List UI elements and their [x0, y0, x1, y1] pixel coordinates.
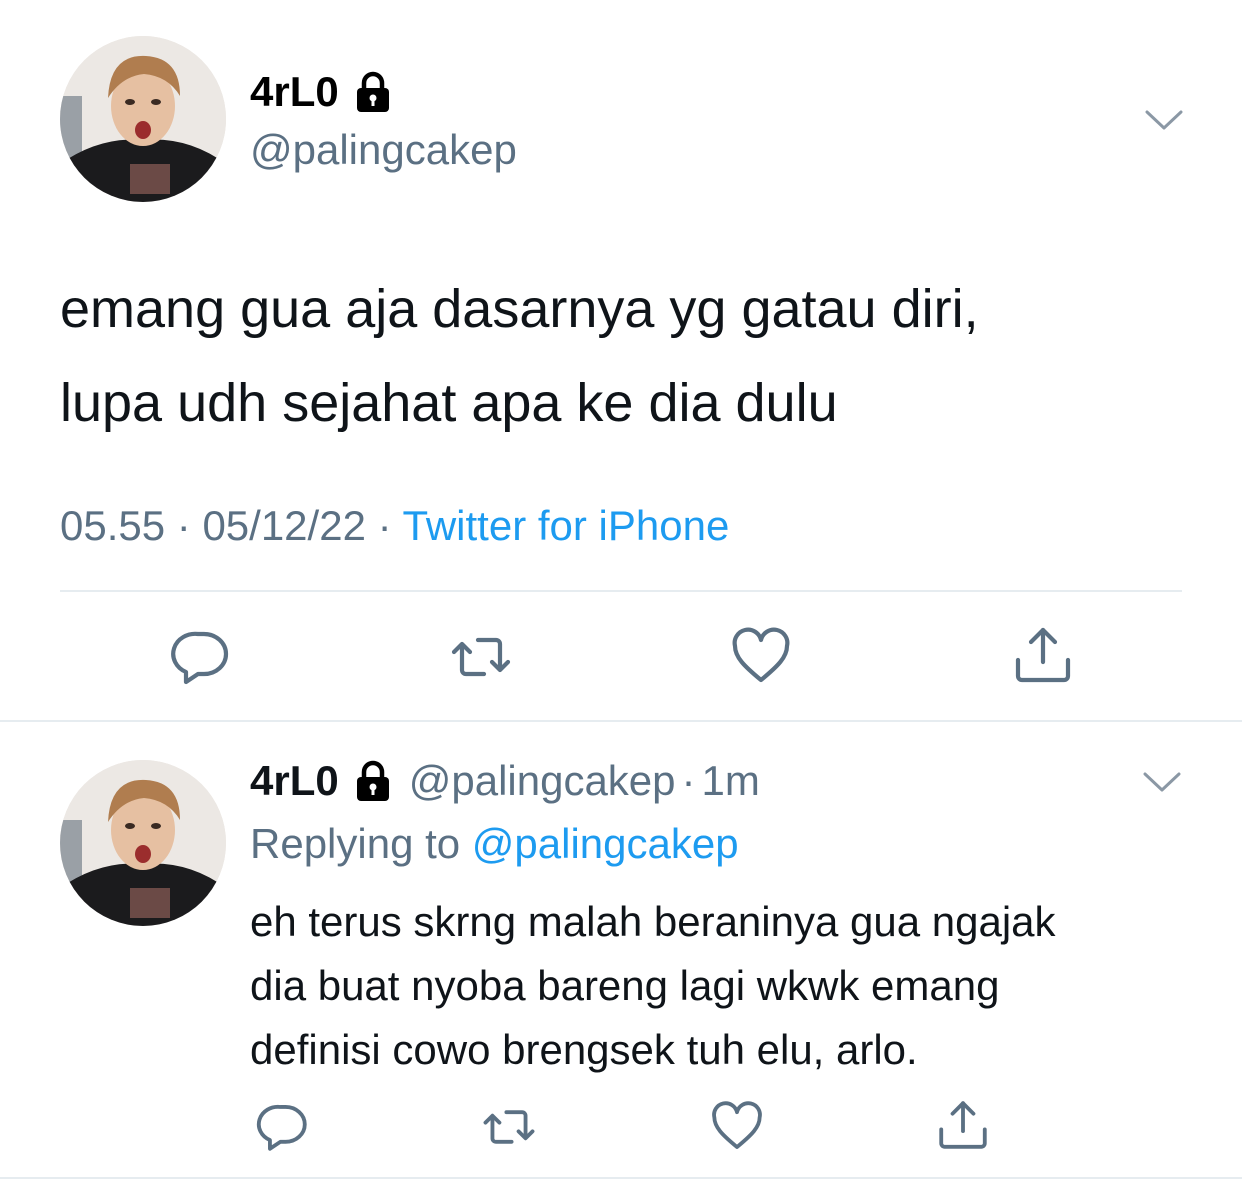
meta-separator: ·: [377, 502, 403, 549]
heart-icon[interactable]: [730, 626, 792, 688]
tweet-time[interactable]: 1m: [702, 755, 760, 807]
divider: [60, 590, 1182, 592]
divider: [0, 1177, 1242, 1179]
tweet-actions: [0, 622, 1242, 692]
display-name-text[interactable]: 4rL0: [250, 66, 339, 118]
replying-to-mention[interactable]: @palingcakep: [472, 820, 739, 867]
tweet-actions: [0, 1096, 1242, 1156]
lock-icon: [351, 759, 395, 803]
tweet-thread: 4rL0 @palingcakep emang gua aja dasarnya…: [0, 0, 1242, 1181]
meta-separator: ·: [681, 757, 696, 804]
main-tweet[interactable]: 4rL0 @palingcakep emang gua aja dasarnya…: [0, 0, 1242, 722]
share-icon[interactable]: [1012, 624, 1074, 686]
tweet-text: eh terus skrng malah beraninya gua ngaja…: [250, 890, 1210, 1082]
tweet-text-line: eh terus skrng malah beraninya gua ngaja…: [250, 898, 1056, 945]
replying-to: Replying to @palingcakep: [250, 818, 739, 870]
user-handle[interactable]: @palingcakep: [250, 124, 517, 176]
meta-separator: ·: [176, 502, 203, 549]
tweet-time: 05.55: [60, 502, 166, 549]
heart-icon[interactable]: [710, 1100, 764, 1154]
display-name-text[interactable]: 4rL0: [250, 755, 339, 807]
reply-header: 4rL0 @palingcakep · 1m: [250, 755, 760, 807]
user-handle[interactable]: @palingcakep: [409, 755, 676, 807]
reply-icon[interactable]: [256, 1100, 310, 1154]
display-name[interactable]: 4rL0: [250, 66, 395, 118]
chevron-down-icon[interactable]: [1142, 770, 1182, 794]
reply-icon[interactable]: [170, 626, 232, 688]
tweet-text-line: definisi cowo brengsek tuh elu, arlo.: [250, 1026, 918, 1073]
tweet-text-line: emang gua aja dasarnya yg gatau diri,: [60, 279, 979, 339]
retweet-icon[interactable]: [482, 1100, 536, 1154]
tweet-meta: 05.55 · 05/12/22 · Twitter for iPhone: [60, 500, 729, 552]
avatar[interactable]: [60, 760, 226, 926]
share-icon[interactable]: [936, 1098, 990, 1152]
tweet-text: emang gua aja dasarnya yg gatau diri, lu…: [60, 262, 1210, 450]
reply-tweet[interactable]: 4rL0 @palingcakep · 1m Replying to @pali…: [0, 722, 1242, 1181]
avatar[interactable]: [60, 36, 226, 202]
tweet-date: 05/12/22: [202, 502, 366, 549]
tweet-text-line: lupa udh sejahat apa ke dia dulu: [60, 373, 838, 433]
chevron-down-icon[interactable]: [1144, 108, 1184, 132]
tweet-text-line: dia buat nyoba bareng lagi wkwk emang: [250, 962, 1000, 1009]
lock-icon: [351, 70, 395, 114]
replying-to-label: Replying to: [250, 820, 472, 867]
retweet-icon[interactable]: [450, 626, 512, 688]
tweet-source-link[interactable]: Twitter for iPhone: [403, 502, 730, 549]
